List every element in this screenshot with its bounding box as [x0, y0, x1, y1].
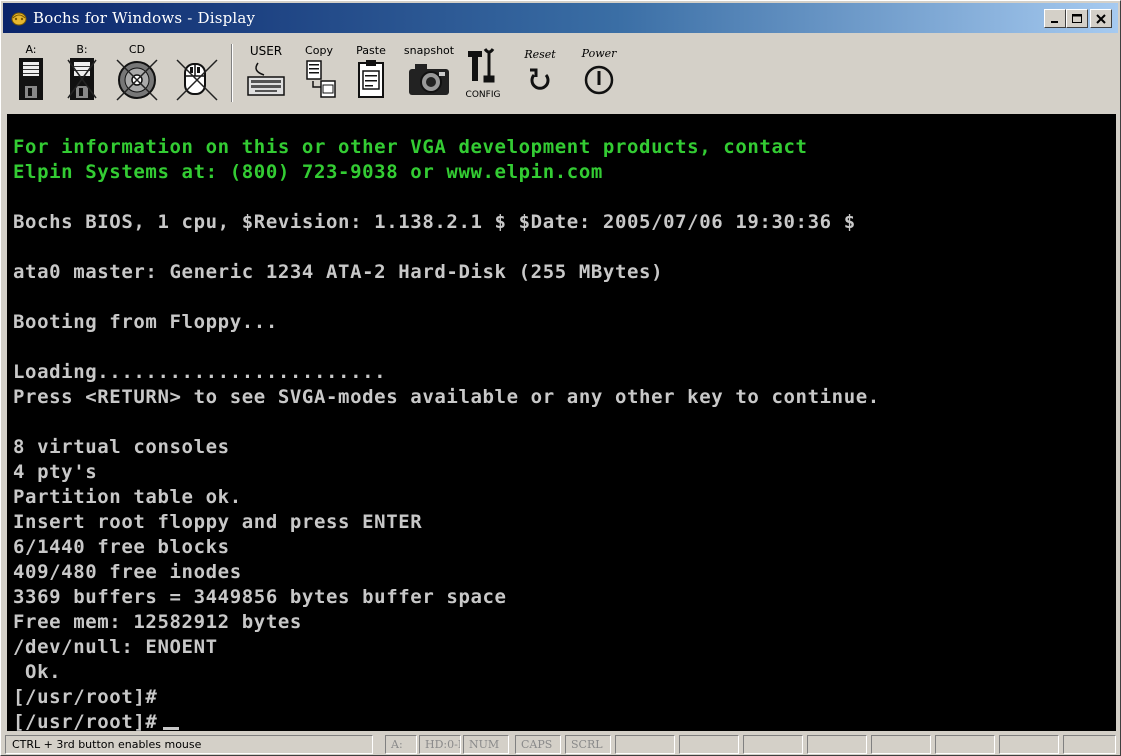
- maximize-button[interactable]: [1066, 9, 1088, 28]
- status-panel: [1063, 735, 1116, 754]
- status-panel: [615, 735, 675, 754]
- status-caps: CAPS: [515, 735, 561, 754]
- title-bar[interactable]: Bochs for Windows - Display: [3, 3, 1118, 33]
- console-line: Press <RETURN> to see SVGA-modes availab…: [13, 386, 880, 408]
- floppy-b-button[interactable]: B:: [57, 40, 107, 106]
- text-cursor: [163, 727, 180, 730]
- status-panel: [807, 735, 867, 754]
- snapshot-label: snapshot: [403, 44, 455, 57]
- cdrom-button[interactable]: CD: [109, 40, 165, 106]
- minimize-button[interactable]: [1044, 9, 1066, 28]
- status-panel: [743, 735, 803, 754]
- console-line: Free mem: 12582912 bytes: [13, 611, 302, 633]
- user-label: USER: [249, 44, 283, 58]
- floppy-a-button[interactable]: A:: [9, 40, 53, 106]
- power-label: Power: [581, 47, 617, 60]
- status-num: NUM: [463, 735, 509, 754]
- console-line: Bochs BIOS, 1 cpu, $Revision: 1.138.2.1 …: [13, 211, 856, 233]
- status-scrl: SCRL: [565, 735, 611, 754]
- config-button[interactable]: CONFIG: [461, 40, 505, 106]
- power-button[interactable]: Power: [569, 40, 629, 106]
- user-button[interactable]: USER: [239, 40, 293, 106]
- toolbar-separator: [231, 44, 233, 102]
- bochs-app-icon: [11, 12, 27, 26]
- console-line: 6/1440 free blocks: [13, 536, 230, 558]
- window-title: Bochs for Windows - Display: [33, 9, 256, 27]
- close-icon: [1096, 13, 1106, 24]
- copy-label: Copy: [305, 44, 333, 57]
- floppy-a-label: A:: [25, 43, 37, 56]
- toolbar: A: B: CD USER Copy Paste snapshot CONFIG…: [3, 34, 1118, 112]
- config-icon: [468, 48, 495, 83]
- minimize-icon: [1051, 20, 1058, 23]
- camera-icon: [409, 64, 449, 95]
- console-line: 4 pty's: [13, 461, 98, 483]
- paste-button[interactable]: Paste: [347, 40, 395, 106]
- floppy-b-label: B:: [76, 43, 88, 56]
- console-line: 409/480 free inodes: [13, 561, 242, 583]
- console-line: Elpin Systems at: (800) 723-9038 or www.…: [13, 161, 603, 183]
- status-panel: [679, 735, 739, 754]
- console-prompt-line: [/usr/root]#: [13, 711, 180, 731]
- status-panel: [871, 735, 931, 754]
- status-panel: [999, 735, 1059, 754]
- mouse-icon: [176, 59, 218, 101]
- paste-label: Paste: [356, 44, 386, 57]
- reset-button[interactable]: Reset: [513, 40, 567, 106]
- maximize-icon: [1072, 13, 1082, 23]
- console-prompt: [/usr/root]#: [13, 711, 158, 731]
- keyboard-icon: [247, 62, 285, 96]
- config-label: CONFIG: [465, 90, 501, 100]
- console-line: Ok.: [13, 661, 62, 683]
- floppy-a-icon: [19, 58, 43, 100]
- console-line: Insert root floppy and press ENTER: [13, 511, 423, 533]
- console-line: 3369 buffers = 3449856 bytes buffer spac…: [13, 586, 507, 608]
- console-line: ata0 master: Generic 1234 ATA-2 Hard-Dis…: [13, 261, 664, 283]
- cdrom-icon: [116, 59, 158, 101]
- status-message: CTRL + 3rd button enables mouse: [5, 735, 373, 754]
- floppy-b-icon: [67, 58, 97, 100]
- console-line: Loading........................: [13, 361, 387, 383]
- power-icon: [584, 65, 614, 95]
- reset-icon: [530, 68, 550, 90]
- console-line: Partition table ok.: [13, 486, 242, 508]
- console-line: /dev/null: ENOENT: [13, 636, 218, 658]
- bochs-window: Bochs for Windows - Display A: B: CD USE…: [0, 0, 1121, 756]
- snapshot-button[interactable]: snapshot: [399, 40, 459, 106]
- console-display[interactable]: For information on this or other VGA dev…: [7, 114, 1116, 731]
- copy-button[interactable]: Copy: [295, 40, 343, 106]
- status-hd: HD:0-M: [419, 735, 461, 754]
- cdrom-label: CD: [128, 43, 146, 56]
- console-line: 8 virtual consoles: [13, 436, 230, 458]
- status-bar: CTRL + 3rd button enables mouse A: HD:0-…: [3, 733, 1118, 755]
- close-button[interactable]: [1090, 9, 1112, 28]
- status-floppy-a: A:: [385, 735, 417, 754]
- mouse-toggle-button[interactable]: [169, 40, 225, 106]
- console-line: [/usr/root]#: [13, 686, 158, 708]
- paste-icon: [358, 60, 384, 98]
- reset-label: Reset: [524, 48, 556, 61]
- console-line: Booting from Floppy...: [13, 311, 278, 333]
- console-line: For information on this or other VGA dev…: [13, 136, 808, 158]
- status-panel: [935, 735, 995, 754]
- copy-icon: [306, 60, 336, 98]
